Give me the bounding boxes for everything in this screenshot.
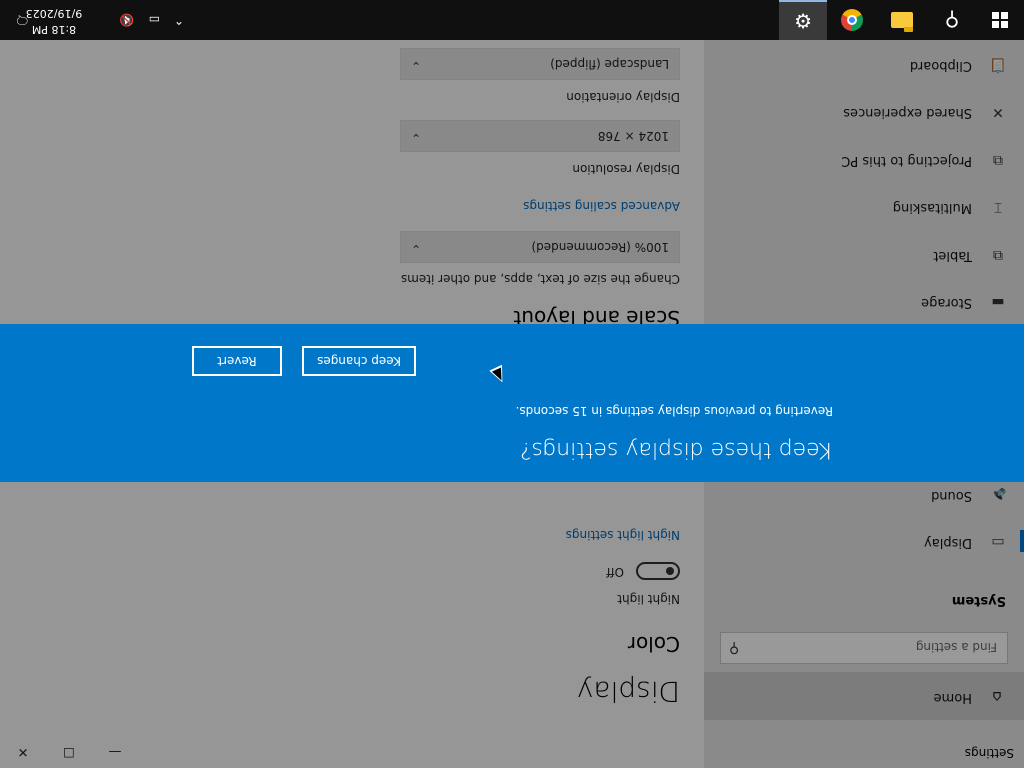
settings-icon: ⚙ xyxy=(794,9,812,33)
show-hidden-icons-button[interactable]: ⌃ xyxy=(174,0,184,40)
volume-tray-button[interactable]: 🔇 xyxy=(119,0,134,40)
file-explorer-button[interactable] xyxy=(878,0,926,40)
chrome-button[interactable] xyxy=(828,0,876,40)
file-explorer-icon xyxy=(891,12,913,28)
dialog-message: Reverting to previous display settings i… xyxy=(515,404,833,418)
settings-window: Settings — ☐ ✕ ⌂ Home ⚲ System ▭ Display xyxy=(0,40,1024,768)
dialog-title: Keep these display settings? xyxy=(519,437,833,462)
volume-muted-icon: 🔇 xyxy=(119,13,134,27)
desktop-screen: Settings — ☐ ✕ ⌂ Home ⚲ System ▭ Display xyxy=(0,0,1024,768)
network-tray-button[interactable]: ▭ xyxy=(149,0,160,40)
notification-icon: 🗨 xyxy=(14,13,30,27)
action-center-button[interactable]: 🗨 xyxy=(15,0,30,40)
revert-button[interactable]: Revert xyxy=(192,346,282,376)
keep-changes-button[interactable]: Keep changes xyxy=(302,346,416,376)
search-button[interactable]: ⚲ xyxy=(928,0,976,40)
start-button[interactable] xyxy=(976,0,1024,40)
settings-taskbar-button[interactable]: ⚙ xyxy=(779,0,827,40)
chrome-icon xyxy=(841,9,863,31)
taskbar: ⚲ ⚙ ⌃ ▭ 🔇 8:18 PM 9/19/2023 🗨 xyxy=(0,0,1024,40)
network-icon: ▭ xyxy=(148,13,160,27)
keep-settings-dialog: Keep these display settings? Reverting t… xyxy=(0,324,1024,482)
search-icon: ⚲ xyxy=(944,8,960,32)
chevron-up-icon: ⌃ xyxy=(173,13,184,27)
start-icon xyxy=(992,12,1008,28)
